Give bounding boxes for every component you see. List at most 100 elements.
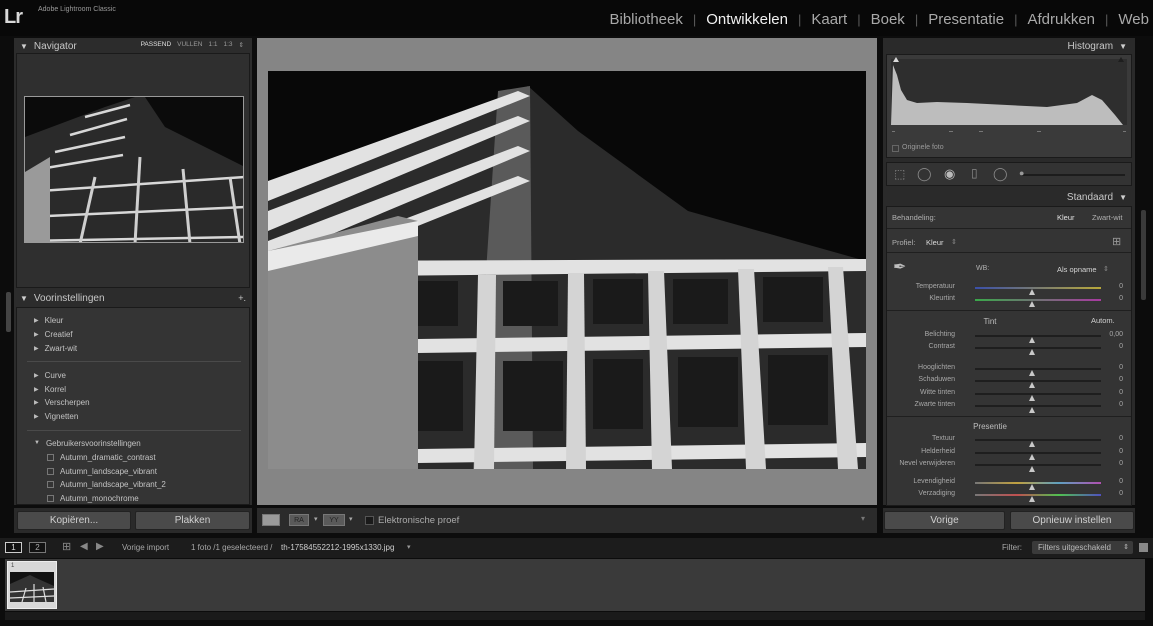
add-preset-button[interactable]: +. <box>238 293 246 303</box>
filmstrip-scrollbar[interactable] <box>5 612 1145 620</box>
preset-group-curve[interactable]: ▶ Curve <box>17 368 249 382</box>
module-web[interactable]: Web <box>1108 11 1153 28</box>
red-eye-icon[interactable]: ◉ <box>944 166 955 182</box>
slider-track[interactable] <box>975 335 1101 343</box>
module-print[interactable]: Afdrukken <box>1017 11 1105 28</box>
previous-settings-button[interactable]: Vorige <box>884 511 1005 530</box>
main-photo[interactable] <box>268 71 866 469</box>
slider-track[interactable] <box>975 439 1101 447</box>
preset-item[interactable]: Autumn_landscape_vibrant_2 <box>17 478 249 492</box>
slider-knob[interactable] <box>1028 407 1035 413</box>
module-library[interactable]: Bibliotheek <box>599 11 692 28</box>
slider-value[interactable]: 0 <box>1119 364 1123 371</box>
highlights-slider[interactable]: Hooglichten 0 <box>887 363 1131 376</box>
reset-button[interactable]: Opnieuw instellen <box>1010 511 1134 530</box>
preset-group-vignette[interactable]: ▶ Vignetten <box>17 410 249 424</box>
treatment-color-option[interactable]: Kleur <box>1057 213 1075 222</box>
navigator-header[interactable]: ▼ Navigator PASSEND VULLEN 1:1 1:3 ⇕ <box>14 38 252 54</box>
slider-value[interactable]: 0 <box>1119 490 1123 497</box>
softproof-checkbox[interactable] <box>365 516 374 525</box>
whites-slider[interactable]: Witte tinten 0 <box>887 388 1131 401</box>
slider-track[interactable] <box>975 287 1101 295</box>
back-arrow-icon[interactable]: ◀ <box>80 541 88 552</box>
preset-group-user[interactable]: ▼ Gebruikersvoorinstellingen <box>17 437 249 451</box>
slider-knob[interactable] <box>1028 466 1035 472</box>
slider-value[interactable]: 0 <box>1119 478 1123 485</box>
histogram-header[interactable]: Histogram ▼ <box>883 38 1135 54</box>
slider-value[interactable]: 0 <box>1119 448 1123 455</box>
spot-removal-icon[interactable]: ◯ <box>917 166 932 182</box>
shadows-slider[interactable]: Schaduwen 0 <box>887 375 1131 388</box>
dropdown-arrow-icon[interactable]: ▾ <box>314 515 318 523</box>
dehaze-slider[interactable]: Nevel verwijderen 0 <box>887 459 1131 472</box>
crop-tool-icon[interactable]: ⬚ <box>894 167 905 181</box>
slider-value[interactable]: 0,00 <box>1109 331 1123 338</box>
profile-dropdown[interactable]: Kleur <box>926 238 944 247</box>
slider-track[interactable] <box>975 299 1101 307</box>
screen-2-button[interactable]: 2 <box>29 542 46 553</box>
preset-group-bw[interactable]: ▶ Zwart-wit <box>17 342 249 356</box>
toolbar-menu-icon[interactable]: ▾ <box>861 514 865 523</box>
slider-value[interactable]: 0 <box>1119 435 1123 442</box>
slider-track[interactable] <box>975 347 1101 355</box>
exposure-slider[interactable]: Belichting 0,00 <box>887 330 1131 343</box>
navigator-thumbnail[interactable] <box>24 96 244 243</box>
grid-view-icon[interactable]: ⊞ <box>62 540 71 553</box>
slider-value[interactable]: 0 <box>1119 376 1123 383</box>
slider-track[interactable] <box>975 464 1101 472</box>
slider-track[interactable] <box>975 494 1101 502</box>
vibrance-slider[interactable]: Levendigheid 0 <box>887 477 1131 490</box>
module-map[interactable]: Kaart <box>801 11 857 28</box>
preset-group-sharpen[interactable]: ▶ Verscherpen <box>17 396 249 410</box>
slider-track[interactable] <box>975 393 1101 401</box>
module-develop[interactable]: Ontwikkelen <box>696 11 798 28</box>
dropdown-arrow-icon[interactable]: ▾ <box>349 515 353 523</box>
module-book[interactable]: Boek <box>861 11 915 28</box>
radial-filter-icon[interactable]: ◯ <box>993 166 1008 182</box>
before-after-split-icon[interactable]: YY <box>323 514 345 526</box>
preset-group-color[interactable]: ▶ Kleur <box>17 314 249 328</box>
auto-tone-button[interactable]: Autom. <box>1091 316 1115 325</box>
slider-knob[interactable] <box>1028 301 1035 307</box>
slider-value[interactable]: 0 <box>1119 283 1123 290</box>
module-slideshow[interactable]: Presentatie <box>918 11 1014 28</box>
slider-value[interactable]: 0 <box>1119 295 1123 302</box>
paste-settings-button[interactable]: Plakken <box>135 511 250 530</box>
temperature-slider[interactable]: Temperatuur 0 <box>887 282 1131 295</box>
zoom-1-3[interactable]: 1:3 <box>224 41 233 49</box>
zoom-1-1[interactable]: 1:1 <box>208 41 217 49</box>
treatment-bw-option[interactable]: Zwart-wit <box>1092 213 1122 222</box>
clarity-slider[interactable]: Helderheid 0 <box>887 447 1131 460</box>
slider-value[interactable]: 0 <box>1119 401 1123 408</box>
slider-value[interactable]: 0 <box>1119 460 1123 467</box>
tint-slider[interactable]: Kleurtint 0 <box>887 294 1131 307</box>
histogram[interactable]: Originele foto <box>886 54 1132 158</box>
current-filename[interactable]: th-17584552212-1995x1330.jpg <box>281 543 394 552</box>
slider-track[interactable] <box>975 482 1101 490</box>
contrast-slider[interactable]: Contrast 0 <box>887 342 1131 355</box>
slider-value[interactable]: 0 <box>1119 389 1123 396</box>
zoom-fill[interactable]: VULLEN <box>177 41 202 49</box>
dropdown-arrow-icon[interactable]: ▾ <box>407 543 411 551</box>
loupe-view-icon[interactable] <box>262 514 280 526</box>
preset-item[interactable]: Autumn_landscape_vibrant <box>17 464 249 478</box>
slider-knob[interactable] <box>1028 496 1035 502</box>
original-photo-checkbox[interactable] <box>892 145 899 152</box>
before-after-icon[interactable]: RA <box>289 514 309 526</box>
texture-slider[interactable]: Textuur 0 <box>887 434 1131 447</box>
wb-dropdown[interactable]: Als opname <box>1057 265 1097 274</box>
slider-track[interactable] <box>975 452 1101 460</box>
screen-1-button[interactable]: 1 <box>5 542 22 553</box>
profile-browser-grid-icon[interactable]: ⊞ <box>1112 235 1121 248</box>
forward-arrow-icon[interactable]: ▶ <box>96 541 104 552</box>
slider-track[interactable] <box>975 380 1101 388</box>
preset-group-creative[interactable]: ▶ Creatief <box>17 328 249 342</box>
zoom-dropdown-icon[interactable]: ⇕ <box>239 41 244 49</box>
saturation-slider[interactable]: Verzadiging 0 <box>887 489 1131 502</box>
graduated-filter-icon[interactable]: ▯ <box>971 166 978 180</box>
filmstrip-thumbnail[interactable]: 1 <box>7 561 57 609</box>
basic-panel-header[interactable]: Standaard ▼ <box>883 189 1135 205</box>
copy-settings-button[interactable]: Kopiëren... <box>17 511 131 530</box>
slider-value[interactable]: 0 <box>1119 343 1123 350</box>
slider-track[interactable] <box>975 368 1101 376</box>
